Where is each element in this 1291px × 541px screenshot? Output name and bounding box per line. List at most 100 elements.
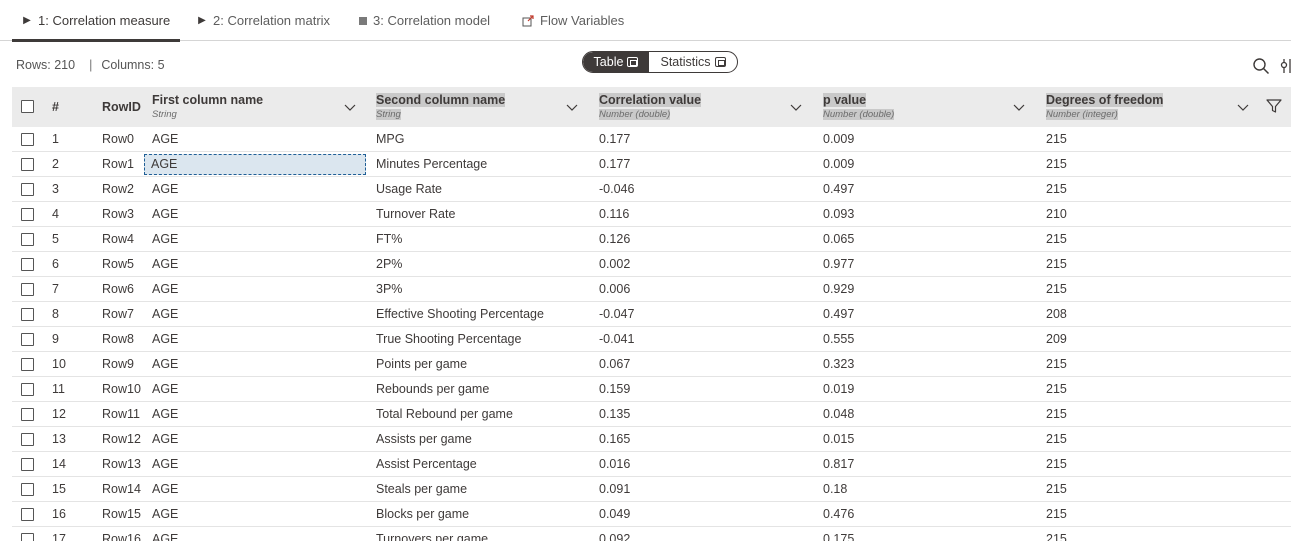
row-id[interactable]: Row6 (102, 277, 134, 302)
row-id[interactable]: Row14 (102, 477, 141, 502)
correlation-value-cell[interactable]: 0.067 (599, 352, 630, 377)
table-row[interactable]: 11 Row10 AGE Rebounds per game 0.159 0.019 215 (12, 377, 1291, 402)
p-value-cell[interactable]: 0.093 (823, 202, 854, 227)
row-index[interactable]: 6 (52, 252, 59, 277)
row-index[interactable]: 11 (52, 377, 65, 402)
row-id[interactable]: Row2 (102, 177, 134, 202)
row-id[interactable]: Row11 (102, 402, 140, 427)
table-row[interactable]: 12 Row11 AGE Total Rebound per game 0.135 0.0… (12, 402, 1291, 427)
first-column-cell[interactable]: AGE (152, 277, 178, 302)
p-value-cell[interactable]: 0.323 (823, 352, 854, 377)
second-column-cell[interactable]: Rebounds per game (376, 377, 489, 402)
first-column-cell[interactable]: AGE (152, 202, 178, 227)
p-value-cell[interactable]: 0.977 (823, 252, 854, 277)
correlation-value-cell[interactable]: 0.159 (599, 377, 630, 402)
row-checkbox[interactable] (21, 333, 34, 346)
table-row[interactable]: 10 Row9 AGE Points per game 0.067 0.323 215 (12, 352, 1291, 377)
correlation-value-cell[interactable]: 0.049 (599, 502, 630, 527)
degrees-of-freedom-cell[interactable]: 215 (1046, 427, 1067, 452)
column-header-first-column-name[interactable]: First column name String (152, 87, 376, 127)
correlation-value-cell[interactable]: 0.016 (599, 452, 630, 477)
row-index[interactable]: 8 (52, 302, 59, 327)
correlation-value-cell[interactable]: 0.006 (599, 277, 630, 302)
table-row[interactable]: 6 Row5 AGE 2P% 0.002 0.977 215 (12, 252, 1291, 277)
row-id[interactable]: Row15 (102, 502, 141, 527)
row-id[interactable]: Row9 (102, 352, 134, 377)
first-column-cell[interactable]: AGE (152, 352, 178, 377)
row-index[interactable]: 3 (52, 177, 59, 202)
degrees-of-freedom-cell[interactable]: 215 (1046, 452, 1067, 477)
first-column-cell[interactable]: AGE (152, 327, 178, 352)
table-row[interactable]: 1 Row0 AGE MPG 0.177 0.009 215 (12, 127, 1291, 152)
p-value-cell[interactable]: 0.175 (823, 527, 854, 541)
second-column-cell[interactable]: Steals per game (376, 477, 467, 502)
second-column-cell[interactable]: MPG (376, 127, 404, 152)
table-row[interactable]: 5 Row4 AGE FT% 0.126 0.065 215 (12, 227, 1291, 252)
table-row[interactable]: 16 Row15 AGE Blocks per game 0.049 0.476 215 (12, 502, 1291, 527)
row-id[interactable]: Row5 (102, 252, 134, 277)
second-column-cell[interactable]: FT% (376, 227, 402, 252)
first-column-cell[interactable]: AGE (152, 502, 178, 527)
first-column-cell[interactable]: AGE (144, 154, 366, 175)
second-column-cell[interactable]: Total Rebound per game (376, 402, 513, 427)
row-checkbox[interactable] (21, 158, 34, 171)
second-column-cell[interactable]: Points per game (376, 352, 467, 377)
row-id[interactable]: Row7 (102, 302, 134, 327)
p-value-cell[interactable]: 0.497 (823, 302, 854, 327)
row-index[interactable]: 13 (52, 427, 66, 452)
degrees-of-freedom-cell[interactable]: 215 (1046, 527, 1067, 541)
correlation-value-cell[interactable]: 0.092 (599, 527, 630, 541)
first-column-cell[interactable]: AGE (152, 452, 178, 477)
first-column-cell[interactable]: AGE (152, 302, 178, 327)
row-index[interactable]: 4 (52, 202, 59, 227)
row-id[interactable]: Row8 (102, 327, 134, 352)
degrees-of-freedom-cell[interactable]: 215 (1046, 152, 1067, 177)
correlation-value-cell[interactable]: -0.047 (599, 302, 634, 327)
second-column-cell[interactable]: Assist Percentage (376, 452, 477, 477)
tab-correlation-matrix[interactable]: ▶ 2: Correlation matrix (197, 0, 330, 41)
first-column-cell[interactable]: AGE (152, 377, 178, 402)
tab-flow-variables[interactable]: Flow Variables (522, 0, 624, 41)
table-row[interactable]: 8 Row7 AGE Effective Shooting Percentage -0.… (12, 302, 1291, 327)
chevron-down-icon[interactable] (344, 101, 356, 113)
second-column-cell[interactable]: Turnover Rate (376, 202, 455, 227)
row-id[interactable]: Row16 (102, 527, 141, 541)
chevron-down-icon[interactable] (790, 101, 802, 113)
p-value-cell[interactable]: 0.019 (823, 377, 854, 402)
second-column-cell[interactable]: Turnovers per game (376, 527, 488, 541)
second-column-cell[interactable]: Assists per game (376, 427, 472, 452)
row-id[interactable]: Row1 (102, 152, 134, 177)
p-value-cell[interactable]: 0.497 (823, 177, 854, 202)
correlation-value-cell[interactable]: 0.091 (599, 477, 630, 502)
second-column-cell[interactable]: 2P% (376, 252, 402, 277)
row-index[interactable]: 9 (52, 327, 59, 352)
degrees-of-freedom-cell[interactable]: 215 (1046, 502, 1067, 527)
degrees-of-freedom-cell[interactable]: 215 (1046, 352, 1067, 377)
search-icon[interactable] (1252, 57, 1270, 75)
p-value-cell[interactable]: 0.18 (823, 477, 847, 502)
degrees-of-freedom-cell[interactable]: 215 (1046, 252, 1067, 277)
first-column-cell[interactable]: AGE (152, 227, 178, 252)
p-value-cell[interactable]: 0.009 (823, 152, 854, 177)
column-header-correlation-value[interactable]: Correlation value Number (double) (599, 87, 823, 127)
degrees-of-freedom-cell[interactable]: 215 (1046, 477, 1067, 502)
row-checkbox[interactable] (21, 258, 34, 271)
correlation-value-cell[interactable]: 0.177 (599, 152, 630, 177)
row-id[interactable]: Row12 (102, 427, 141, 452)
second-column-cell[interactable]: Minutes Percentage (376, 152, 487, 177)
row-checkbox[interactable] (21, 133, 34, 146)
row-index[interactable]: 17 (52, 527, 66, 541)
degrees-of-freedom-cell[interactable]: 208 (1046, 302, 1067, 327)
row-id[interactable]: Row3 (102, 202, 134, 227)
row-checkbox[interactable] (21, 183, 34, 196)
p-value-cell[interactable]: 0.048 (823, 402, 854, 427)
row-checkbox[interactable] (21, 458, 34, 471)
degrees-of-freedom-cell[interactable]: 209 (1046, 327, 1067, 352)
correlation-value-cell[interactable]: 0.177 (599, 127, 630, 152)
second-column-cell[interactable]: 3P% (376, 277, 402, 302)
table-row[interactable]: 13 Row12 AGE Assists per game 0.165 0.015 215 (12, 427, 1291, 452)
correlation-value-cell[interactable]: 0.135 (599, 402, 630, 427)
degrees-of-freedom-cell[interactable]: 215 (1046, 227, 1067, 252)
row-index[interactable]: 5 (52, 227, 59, 252)
correlation-value-cell[interactable]: -0.041 (599, 327, 634, 352)
